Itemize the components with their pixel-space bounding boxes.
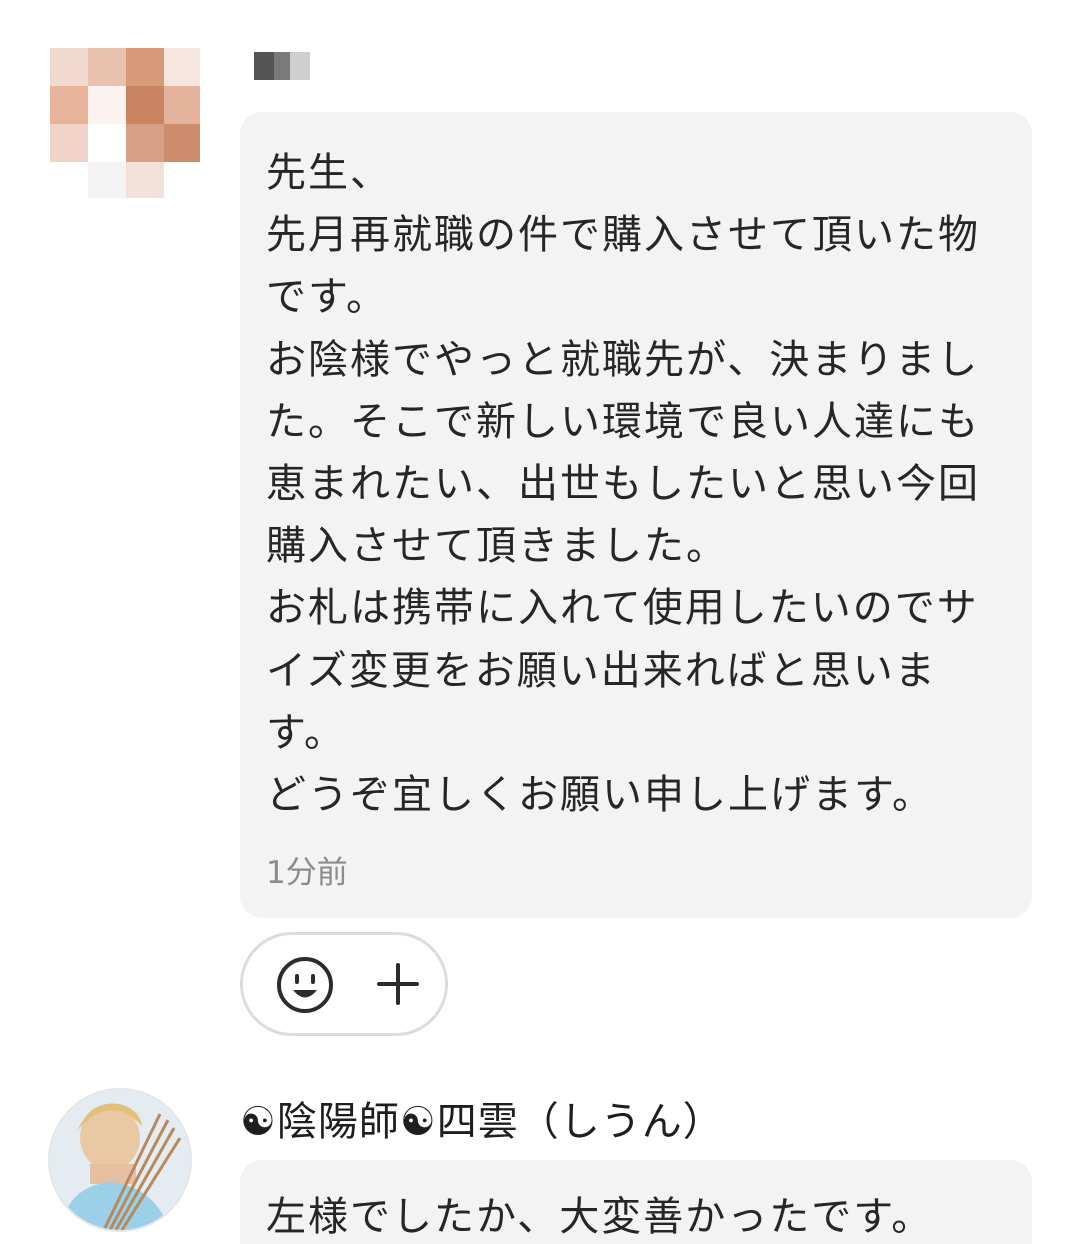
- message-bubble[interactable]: 左様でしたか、大変善かったです。: [240, 1160, 1032, 1244]
- sender-name: ☯陰陽師☯四雲（しうん）: [240, 1099, 724, 1145]
- sender-avatar[interactable]: [50, 48, 200, 198]
- sender-avatar[interactable]: [48, 1088, 192, 1232]
- reaction-bar: [240, 932, 448, 1036]
- chat-thread: 先生、 先月再就職の件で購入させて頂いた物です。 お陰様でやっと就職先が、決まり…: [0, 0, 1080, 1244]
- message-bubble[interactable]: 先生、 先月再就職の件で購入させて頂いた物です。 お陰様でやっと就職先が、決まり…: [240, 112, 1032, 918]
- plus-icon[interactable]: [373, 959, 423, 1009]
- smiley-face-icon[interactable]: [275, 955, 335, 1015]
- message-text: 先生、 先月再就職の件で購入させて頂いた物です。 お陰様でやっと就職先が、決まり…: [266, 150, 980, 819]
- sender-name-redacted: [254, 52, 314, 82]
- redaction-mosaic: [254, 52, 310, 80]
- message-timestamp: 1分前: [266, 855, 348, 891]
- message-text: 左様でしたか、大変善かったです。: [266, 1194, 934, 1240]
